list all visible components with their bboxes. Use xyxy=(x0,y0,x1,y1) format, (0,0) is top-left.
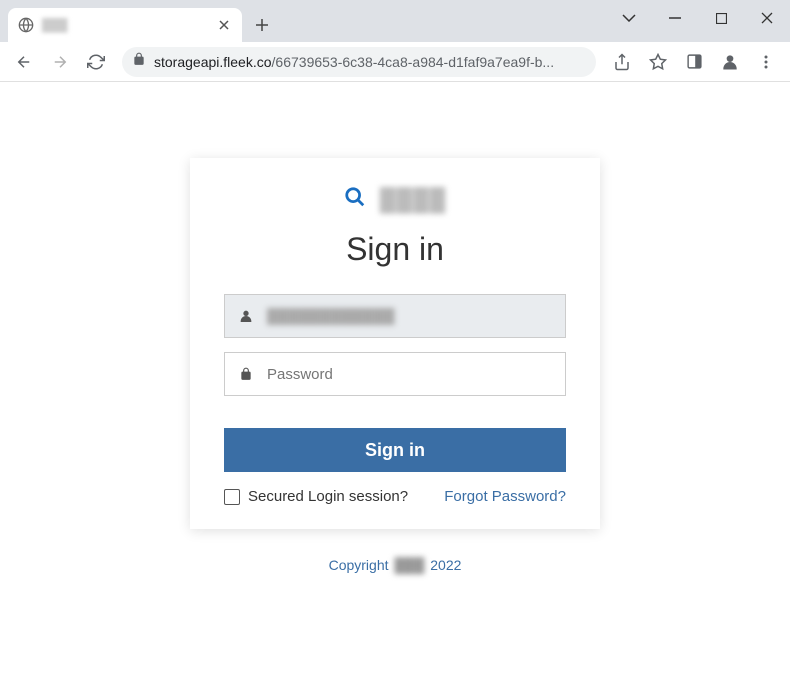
back-button[interactable] xyxy=(8,46,40,78)
signin-button[interactable]: Sign in xyxy=(224,428,566,472)
search-icon xyxy=(344,186,366,213)
password-input-group xyxy=(224,352,566,396)
copyright-text: Copyright ███ 2022 xyxy=(329,557,462,573)
page-content: ████ Sign in Sign in Secured Login sessi… xyxy=(0,82,790,698)
secured-checkbox-group: Secured Login session? xyxy=(224,488,408,505)
email-field[interactable] xyxy=(267,308,565,325)
url-text: storageapi.fleek.co/66739653-6c38-4ca8-a… xyxy=(154,54,586,70)
globe-icon xyxy=(18,17,34,33)
password-field[interactable] xyxy=(267,366,565,383)
secured-checkbox[interactable] xyxy=(224,489,240,505)
window-controls xyxy=(606,0,790,36)
side-panel-icon[interactable] xyxy=(678,46,710,78)
forward-button[interactable] xyxy=(44,46,76,78)
lock-icon xyxy=(132,52,146,71)
address-bar[interactable]: storageapi.fleek.co/66739653-6c38-4ca8-a… xyxy=(122,47,596,77)
close-window-button[interactable] xyxy=(744,0,790,36)
profile-icon[interactable] xyxy=(714,46,746,78)
email-input-group xyxy=(224,294,566,338)
secured-label: Secured Login session? xyxy=(248,488,408,505)
browser-tab-bar: ███ xyxy=(0,0,790,42)
menu-icon[interactable] xyxy=(750,46,782,78)
minimize-button[interactable] xyxy=(652,0,698,36)
bookmark-star-icon[interactable] xyxy=(642,46,674,78)
tab-title: ███ xyxy=(42,18,208,32)
forgot-password-link[interactable]: Forgot Password? xyxy=(444,488,566,505)
user-icon xyxy=(225,308,267,324)
brand-name: ████ xyxy=(380,187,446,213)
browser-tab[interactable]: ███ xyxy=(8,8,242,42)
maximize-button[interactable] xyxy=(698,0,744,36)
lock-icon xyxy=(225,367,267,381)
reload-button[interactable] xyxy=(80,46,112,78)
signin-title: Sign in xyxy=(224,231,566,268)
brand-row: ████ xyxy=(224,186,566,213)
new-tab-button[interactable] xyxy=(248,11,276,39)
browser-toolbar: storageapi.fleek.co/66739653-6c38-4ca8-a… xyxy=(0,42,790,82)
close-tab-icon[interactable] xyxy=(216,17,232,33)
login-card: ████ Sign in Sign in Secured Login sessi… xyxy=(190,158,600,529)
chevron-down-icon[interactable] xyxy=(606,0,652,36)
bottom-row: Secured Login session? Forgot Password? xyxy=(224,488,566,505)
share-icon[interactable] xyxy=(606,46,638,78)
